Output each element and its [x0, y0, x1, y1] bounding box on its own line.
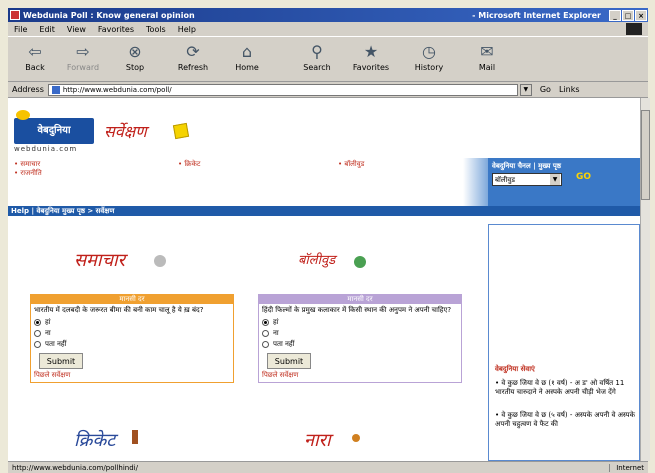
address-bar: Address http://www.webdunia.com/poll/ ▼ … — [8, 82, 648, 98]
menu-help[interactable]: Help — [178, 25, 196, 34]
poll-bollywood: मानसी दर हिंदी फिल्मों के प्रमुख कलाकार … — [258, 294, 462, 383]
radio-icon — [34, 330, 41, 337]
previous-polls-link[interactable]: पिछले सर्वेक्षण — [31, 371, 233, 382]
menu-favorites[interactable]: Favorites — [98, 25, 134, 34]
search-button[interactable]: ⚲ Search — [294, 41, 340, 72]
scrollbar-thumb[interactable] — [641, 110, 650, 200]
mail-button[interactable]: ✉ Mail — [464, 41, 510, 72]
channel-go-button[interactable]: GO — [576, 172, 591, 182]
poll-box-icon — [172, 122, 190, 140]
forward-arrow-icon: ⇨ — [76, 42, 90, 61]
star-icon — [352, 434, 360, 442]
poll-option-dontknow[interactable]: पता नहीं — [31, 339, 233, 350]
nav-link-politics[interactable]: • राजनीति — [14, 169, 42, 178]
menu-file[interactable]: File — [14, 25, 27, 34]
back-arrow-icon: ⇦ — [28, 42, 42, 61]
minimize-button[interactable]: _ — [609, 9, 621, 21]
stop-icon: ⊗ — [128, 42, 142, 61]
service-item[interactable]: • वे कुछ जिया वे छ (१ वर्ष) - अ ड' ओ वर्… — [495, 379, 635, 397]
cricket-bat-icon — [132, 430, 138, 444]
nav-link-news[interactable]: • समाचार — [14, 160, 40, 169]
services-title: वेबदुनिया सेवाएं — [495, 365, 535, 373]
browser-toolbar: ⇦ Back ⇨ Forward ⊗ Stop ⟳ Refresh ⌂ Home ⚲ Sea… — [8, 36, 648, 82]
radio-icon — [262, 341, 269, 348]
status-text: http://www.webdunia.com/pollhindi/ — [12, 463, 138, 472]
poll-news: मानसी दर भारतीय में दलबदी के जरूरत बीमा … — [30, 294, 234, 383]
back-button[interactable]: ⇦ Back — [12, 41, 58, 72]
page-title: सर्वेक्षण — [104, 122, 147, 141]
logo-emblem-icon — [16, 110, 30, 120]
menu-bar: File Edit View Favorites Tools Help — [8, 22, 648, 36]
logo-url: webdunia.com — [14, 145, 78, 153]
poll-question: भारतीय में दलबदी के जरूरत बीमा की बनी का… — [34, 306, 204, 314]
channel-panel-label: वेबदुनिया चैनल | मुख्य पृष्ठ — [492, 162, 561, 170]
poll-option-yes[interactable]: हां — [259, 317, 461, 328]
menu-tools[interactable]: Tools — [146, 25, 166, 34]
refresh-icon: ⟳ — [186, 42, 200, 61]
mail-icon: ✉ — [480, 42, 494, 61]
service-item[interactable]: • वे कुछ जिया वे छ (५ वर्ष) - अस्पके अपन… — [495, 411, 635, 429]
previous-polls-link[interactable]: पिछले सर्वेक्षण — [259, 371, 461, 382]
address-dropdown-icon[interactable]: ▼ — [519, 83, 532, 96]
window-titlebar: Webdunia Poll : Know general opinion - M… — [8, 8, 648, 22]
page-content: वेबदुनिया webdunia.com सर्वेक्षण • समाचा… — [8, 98, 640, 461]
section-title-slogan[interactable]: नारा — [304, 428, 331, 452]
internet-zone: Internet — [609, 463, 644, 472]
links-button[interactable]: Links — [559, 85, 580, 94]
section-title-news[interactable]: समाचार — [74, 248, 125, 272]
breadcrumb[interactable]: Help | वेबदुनिया मुख्य पृष्ठ > सर्वेक्षण — [8, 206, 640, 216]
site-nav: • समाचार • राजनीति • क्रिकेट • बॉलीवुड व… — [8, 158, 640, 206]
menu-edit[interactable]: Edit — [39, 25, 55, 34]
search-icon: ⚲ — [311, 42, 323, 61]
favorites-icon: ★ — [363, 42, 379, 61]
history-button[interactable]: ◷ History — [406, 41, 452, 72]
page-icon — [51, 85, 60, 94]
channel-panel: वेबदुनिया चैनल | मुख्य पृष्ठ बॉलीवुड ▼ G… — [488, 158, 640, 206]
site-logo[interactable]: वेबदुनिया — [14, 118, 94, 144]
stop-button[interactable]: ⊗ Stop — [112, 41, 158, 72]
windows-logo-icon — [626, 23, 642, 35]
ie-icon — [10, 10, 20, 20]
close-button[interactable]: × — [635, 9, 647, 21]
section-title-cricket[interactable]: क्रिकेट — [74, 428, 115, 452]
maximize-button[interactable]: □ — [622, 9, 634, 21]
radio-icon — [34, 319, 41, 326]
forward-button[interactable]: ⇨ Forward — [60, 41, 106, 72]
chevron-down-icon[interactable]: ▼ — [550, 174, 560, 185]
poll-option-no[interactable]: ना — [31, 328, 233, 339]
window-title-suffix: - Microsoft Internet Explorer — [472, 10, 601, 20]
address-input[interactable]: http://www.webdunia.com/poll/ — [47, 83, 518, 96]
address-value: http://www.webdunia.com/poll/ — [62, 85, 172, 94]
vertical-scrollbar[interactable] — [640, 98, 650, 461]
refresh-button[interactable]: ⟳ Refresh — [170, 41, 216, 72]
submit-button[interactable]: Submit — [267, 353, 311, 369]
poll-header: मानसी दर — [259, 295, 461, 304]
news-globe-icon — [154, 255, 166, 267]
status-bar: http://www.webdunia.com/pollhindi/ Inter… — [8, 461, 648, 473]
nav-link-cricket[interactable]: • क्रिकेट — [178, 160, 200, 169]
nav-link-bollywood[interactable]: • बॉलीवुड — [338, 160, 364, 169]
radio-icon — [34, 341, 41, 348]
poll-option-yes[interactable]: हां — [31, 317, 233, 328]
address-label: Address — [12, 85, 44, 94]
home-button[interactable]: ⌂ Home — [224, 41, 270, 72]
poll-option-dontknow[interactable]: पता नहीं — [259, 339, 461, 350]
submit-button[interactable]: Submit — [39, 353, 83, 369]
menu-view[interactable]: View — [67, 25, 86, 34]
radio-icon — [262, 319, 269, 326]
services-sidebar: वेबदुनिया सेवाएं • वे कुछ जिया वे छ (१ व… — [488, 224, 640, 461]
poll-question: हिंदी फिल्मों के प्रमुख कलाकार में किसी … — [262, 306, 452, 314]
radio-icon — [262, 330, 269, 337]
window-title: Webdunia Poll : Know general opinion — [23, 10, 195, 20]
history-icon: ◷ — [422, 42, 436, 61]
home-icon: ⌂ — [241, 42, 253, 61]
go-button[interactable]: Go — [540, 85, 551, 94]
poll-option-no[interactable]: ना — [259, 328, 461, 339]
poll-header: मानसी दर — [31, 295, 233, 304]
bollywood-icon — [354, 256, 366, 268]
section-title-bollywood[interactable]: बॉलीवुड — [298, 250, 335, 268]
favorites-button[interactable]: ★ Favorites — [348, 41, 394, 72]
